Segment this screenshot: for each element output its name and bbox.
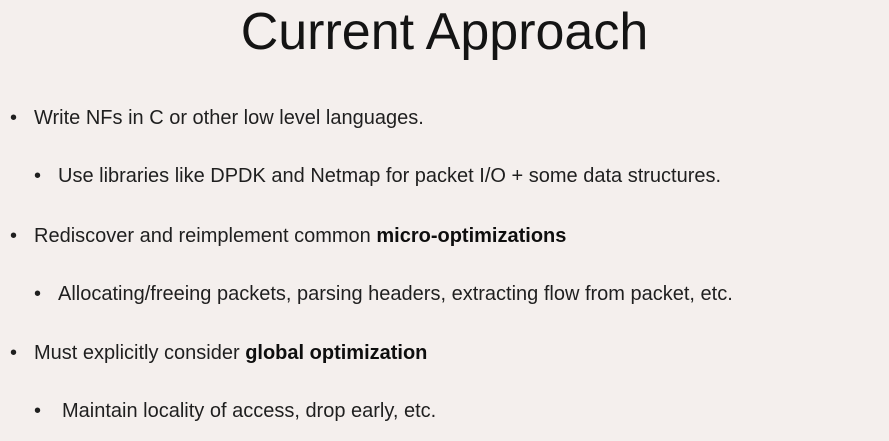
slide: Current Approach • Write NFs in C or oth… [0,0,889,441]
bullet-text: Allocating/freeing packets, parsing head… [58,283,733,305]
bullet-dot: • [10,107,18,129]
bullet-text: Must explicitly consider [34,342,246,364]
bullet-text: Write NFs in C or other low level langua… [34,107,424,129]
bullet-bold-text: global optimization [245,342,428,364]
bullet-dot: • [34,400,42,422]
bullet-text: Maintain locality of access, drop early,… [62,400,437,422]
bullet-dot: • [34,283,42,305]
bullet-bold-text: micro-optimizations [376,225,567,247]
slide-title: Current Approach [240,3,649,61]
bullet-dot: • [10,225,18,247]
bullet-text: Use libraries like DPDK and Netmap for p… [58,165,722,187]
bullet-text: Rediscover and reimplement common [34,225,377,247]
bullet-dot: • [10,342,18,364]
bullet-dot: • [34,165,42,187]
